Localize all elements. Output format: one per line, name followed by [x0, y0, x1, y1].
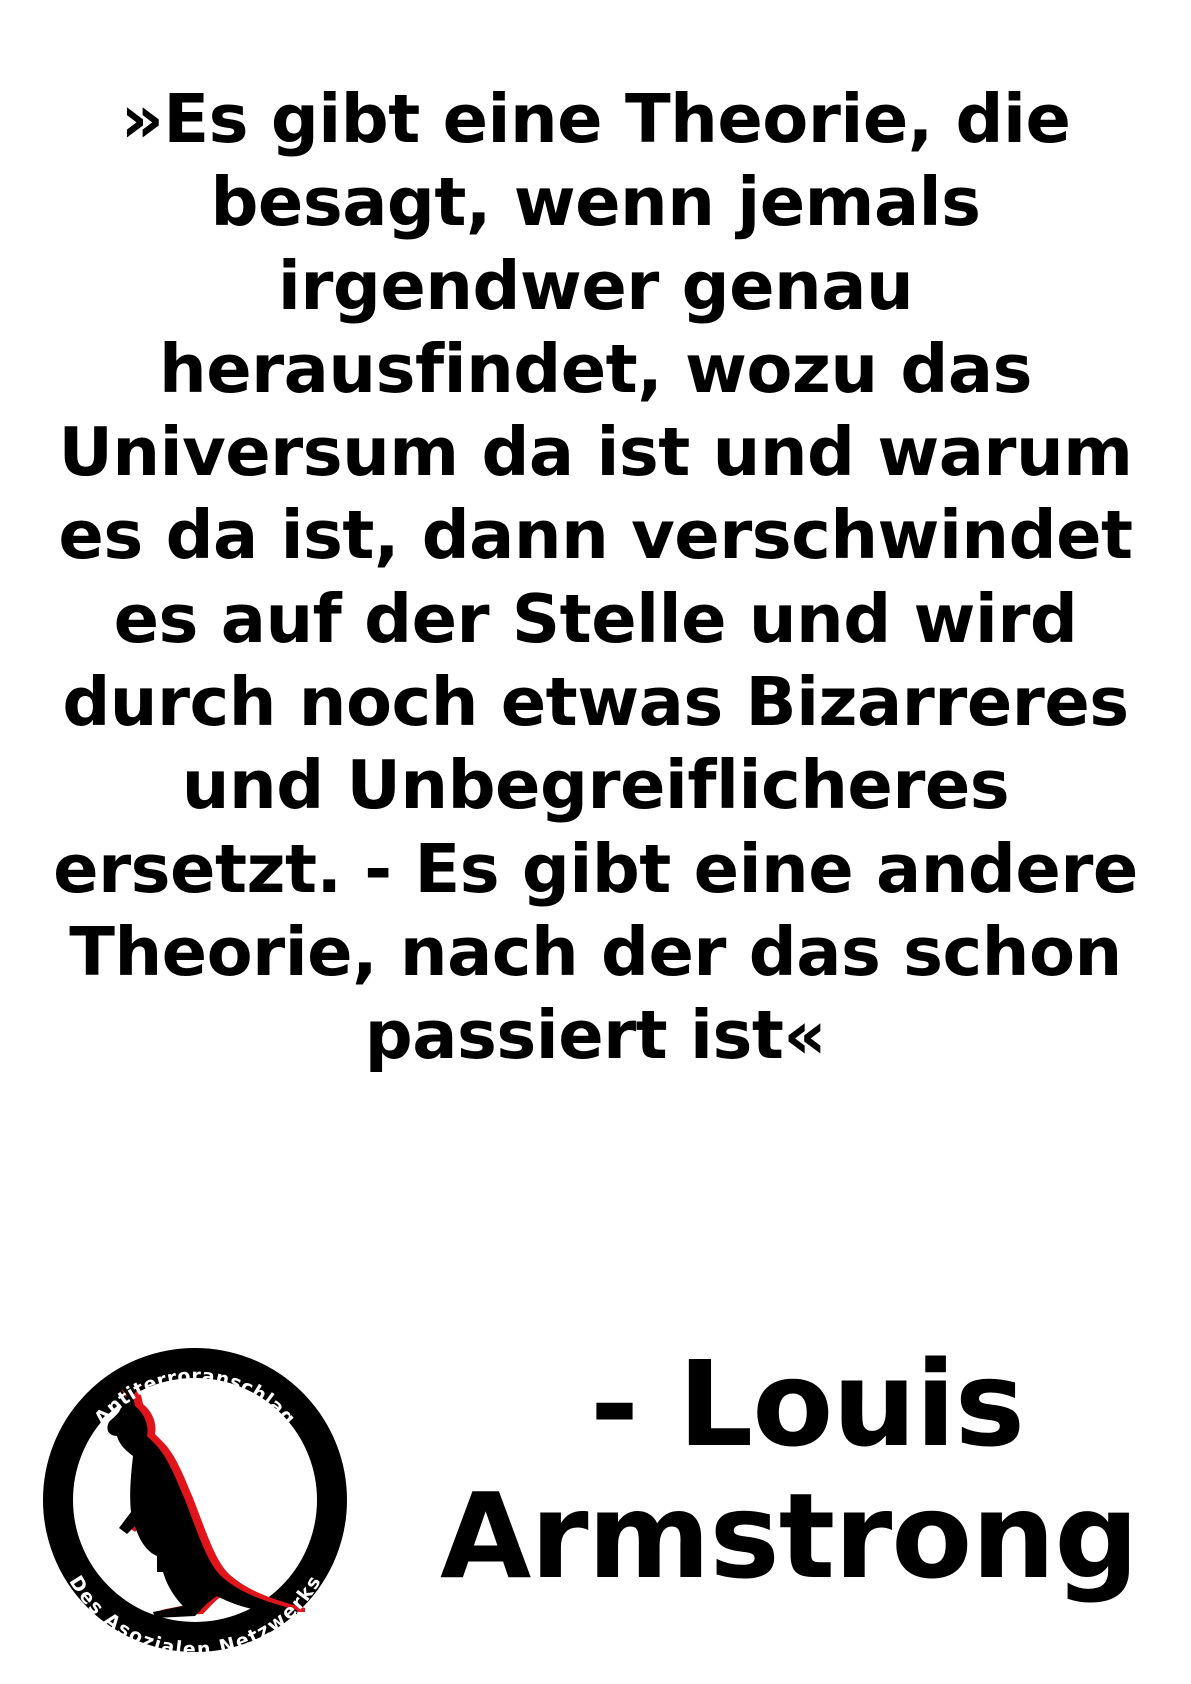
quote-line: es da ist, dann verschwindet — [58, 496, 1133, 575]
quote-line: »Es gibt eine Theorie, die — [120, 80, 1071, 158]
quote-line: passiert ist« — [364, 996, 827, 1075]
quote-line: und Unbegreiflicheres — [181, 746, 1010, 825]
quote-line: Theorie, nach der das schon — [69, 912, 1122, 991]
quote-line: ersetzt. - Es gibt eine andere — [53, 829, 1138, 908]
quote-line: irgendwer genau — [277, 246, 914, 325]
quote-line: durch noch etwas Bizarreres — [62, 663, 1129, 742]
quote-line: besagt, wenn jemals — [210, 163, 981, 242]
attribution-line-2: Armstrong — [440, 1467, 1139, 1605]
attribution-line-1: - Louis — [590, 1335, 1025, 1473]
attribution: - Louis Armstrong — [440, 1338, 1180, 1602]
logo-badge: Antiterroranschlag Des Asozialen Netzwer… — [35, 1340, 355, 1660]
quote-line: es auf der Stelle und wird — [113, 579, 1078, 658]
kangaroo-icon — [107, 1386, 305, 1618]
quote-line: Universum da ist und warum — [58, 413, 1133, 492]
quote-text: »Es gibt eine Theorie, die besagt, wenn … — [30, 78, 1161, 1078]
quote-line: herausfindet, wozu das — [159, 329, 1033, 408]
